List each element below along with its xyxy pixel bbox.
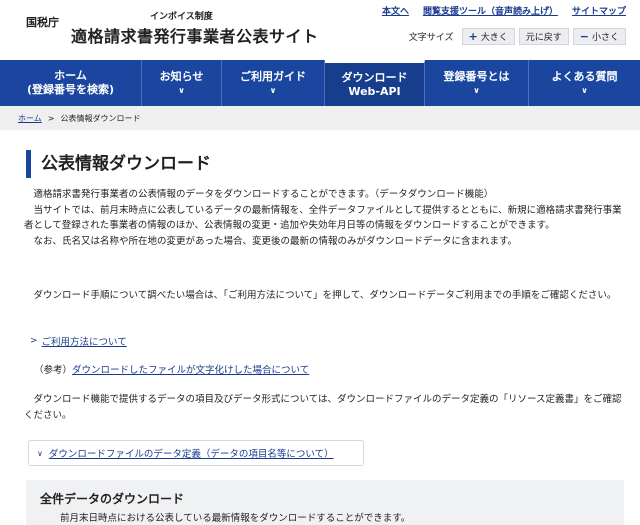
sitemap-link[interactable]: サイトマップ [572, 4, 626, 17]
site-subtitle: インボイス制度 [150, 12, 213, 22]
full-data-download-panel: 全件データのダウンロード 前月末日時点における公表している最新情報をダウンロード… [26, 480, 624, 525]
minus-icon: − [579, 30, 589, 43]
chevron-down-icon: ∨ [581, 85, 588, 95]
chevron-right-icon: > [47, 113, 55, 123]
chevron-down-icon: ∨ [37, 448, 43, 458]
font-smaller-button[interactable]: − 小さく [572, 28, 626, 45]
global-nav: ホーム (登録番号を検索) お知らせ ∨ ご利用ガイド ∨ ダウンロード Web… [0, 60, 640, 106]
page-title: 公表情報ダウンロード [26, 150, 211, 178]
site-title[interactable]: 適格請求書発行事業者公表サイト [71, 23, 319, 47]
breadcrumb-current: 公表情報ダウンロード [60, 113, 141, 123]
font-reset-button[interactable]: 元に戻す [518, 28, 569, 45]
intro-paragraph: 適格請求書発行事業者の公表情報のデータをダウンロードすることができます。（データ… [24, 189, 622, 247]
accessibility-tool-link[interactable]: 閲覧支援ツール（音声読み上げ） [423, 4, 558, 17]
procedure-paragraph: ダウンロード手順について調べたい場合は、「ご利用方法について」を押して、ダウンロ… [33, 290, 617, 301]
top-links: 本文へ 閲覧支援ツール（音声読み上げ） サイトマップ [382, 4, 626, 17]
chevron-down-icon: ∨ [269, 85, 277, 95]
skip-to-content-link[interactable]: 本文へ [382, 4, 409, 17]
usage-link-row: > ご利用方法について [30, 334, 127, 348]
chevron-down-icon: ∨ [178, 85, 185, 95]
nta-logo[interactable]: 国税庁 [26, 14, 59, 30]
nav-item-download[interactable]: ダウンロード Web-API [325, 60, 425, 106]
data-definition-paragraph: ダウンロード機能で提供するデータの項目及びデータ形式については、ダウンロードファ… [24, 394, 622, 421]
chevron-right-icon: > [30, 336, 38, 346]
data-definition-link[interactable]: ダウンロードファイルのデータ定義（データの項目名等について） [49, 446, 334, 460]
site-header: 国税庁 インボイス制度 適格請求書発行事業者公表サイト 本文へ 閲覧支援ツール（… [0, 0, 640, 60]
font-size-controls: 文字サイズ + 大きく 元に戻す − 小さく [409, 28, 626, 45]
plus-icon: + [468, 30, 478, 43]
panel-description: 前月末日時点における公表している最新情報をダウンロードすることができます。 [60, 513, 411, 524]
nav-item-guide[interactable]: ご利用ガイド ∨ [222, 60, 325, 106]
panel-title: 全件データのダウンロード [40, 492, 185, 506]
main-content: 公表情報ダウンロード 適格請求書発行事業者の公表情報のデータをダウンロードするこ… [12, 134, 638, 525]
chevron-down-icon: ∨ [473, 85, 480, 95]
nav-item-news[interactable]: お知らせ ∨ [142, 60, 222, 106]
nav-item-faq[interactable]: よくある質問 ∨ [529, 60, 640, 106]
nav-item-registration-number[interactable]: 登録番号とは ∨ [425, 60, 529, 106]
garbled-file-link[interactable]: ダウンロードしたファイルが文字化けした場合について [72, 365, 309, 376]
reference-note: （参考）ダウンロードしたファイルが文字化けした場合について [34, 365, 310, 376]
usage-link[interactable]: ご利用方法について [42, 334, 127, 348]
nav-item-home[interactable]: ホーム (登録番号を検索) [0, 60, 142, 106]
breadcrumb-home-link[interactable]: ホーム [18, 113, 42, 124]
font-size-label: 文字サイズ [408, 33, 454, 43]
font-larger-button[interactable]: + 大きく [461, 28, 515, 45]
breadcrumb: ホーム > 公表情報ダウンロード [0, 106, 640, 130]
data-definition-accordion[interactable]: ∨ ダウンロードファイルのデータ定義（データの項目名等について） [28, 440, 364, 466]
